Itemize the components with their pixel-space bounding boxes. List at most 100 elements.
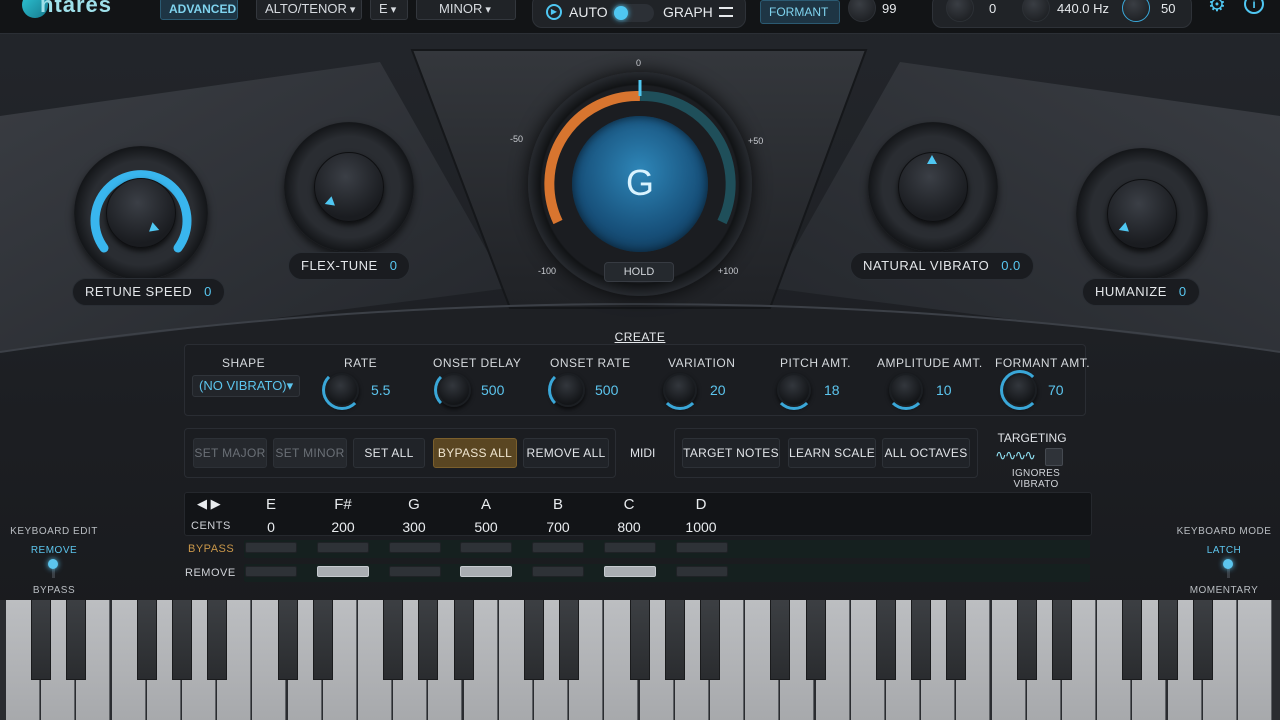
shape-label: SHAPE (222, 356, 266, 370)
black-key[interactable] (172, 600, 192, 680)
keyboard-mode-title: KEYBOARD MODE (1176, 526, 1272, 537)
black-key[interactable] (312, 600, 333, 680)
bypass-all-button[interactable]: BYPASS ALL (433, 438, 517, 468)
black-key[interactable] (805, 600, 826, 680)
onset-delay-arc (434, 370, 474, 410)
black-key[interactable] (1016, 600, 1037, 680)
pitch-amt-arc (774, 370, 814, 410)
black-key[interactable] (1122, 600, 1143, 680)
flex-tune-label: FLEX-TUNE 0 (288, 252, 411, 280)
keyboard-mode-switch-thumb[interactable] (1223, 559, 1233, 569)
advanced-button[interactable]: ADVANCED (160, 0, 238, 20)
black-key[interactable] (559, 600, 580, 680)
black-key[interactable] (383, 600, 404, 680)
app-logo: ntares (40, 0, 113, 17)
black-key[interactable] (1192, 600, 1213, 680)
hold-button[interactable]: HOLD (604, 262, 674, 282)
set-major-button[interactable]: SET MAJOR (193, 438, 267, 468)
black-key[interactable] (31, 600, 52, 680)
set-all-button[interactable]: SET ALL (353, 438, 425, 468)
vibrato-wave-icon: ∿∿∿∿ (995, 448, 1036, 462)
bypass-toggle-e[interactable] (245, 542, 297, 553)
note-b[interactable]: B (533, 496, 583, 513)
note-a[interactable]: A (461, 496, 511, 513)
keyboard-edit-switch-thumb[interactable] (48, 559, 58, 569)
bypass-toggle-d[interactable] (676, 542, 728, 553)
gear-icon[interactable]: ⚙ (1208, 0, 1226, 17)
formant-amt-arc (1000, 370, 1040, 410)
toggle-thumb (614, 6, 628, 20)
black-key[interactable] (418, 600, 439, 680)
play-icon[interactable]: ▶ (546, 4, 562, 20)
meter-tick-minus100: -100 (538, 266, 557, 276)
retune-speed-knob-cap[interactable] (106, 178, 176, 248)
set-minor-button[interactable]: SET MINOR (273, 438, 347, 468)
black-key[interactable] (1052, 600, 1072, 680)
voice-type-select[interactable]: ALTO/TENOR (256, 0, 362, 20)
humanize-knob-cap[interactable] (1107, 179, 1177, 249)
note-g[interactable]: G (389, 496, 439, 513)
keyboard-mode-momentary[interactable]: MOMENTARY (1172, 585, 1276, 596)
black-key[interactable] (277, 600, 298, 680)
auto-mode-label[interactable]: AUTO (569, 4, 608, 20)
black-key[interactable] (629, 600, 650, 680)
learn-scale-button[interactable]: LEARN SCALE (788, 438, 876, 468)
keyboard-edit-remove[interactable]: REMOVE (6, 545, 102, 556)
remove-row-label: REMOVE (185, 567, 236, 579)
cents-value: 800 (617, 519, 641, 535)
white-key[interactable] (1238, 600, 1272, 720)
keyboard-edit-title: KEYBOARD EDIT (10, 526, 98, 537)
note-c[interactable]: C (604, 496, 654, 513)
piano-keyboard[interactable] (0, 600, 1280, 720)
keyboard-mode-latch[interactable]: LATCH (1172, 545, 1276, 556)
remove-toggle-b[interactable] (532, 566, 584, 577)
scale-select[interactable]: MINOR (416, 0, 516, 20)
note-d[interactable]: D (676, 496, 726, 513)
black-key[interactable] (911, 600, 932, 680)
mix-value: 50 (1161, 1, 1176, 16)
black-key[interactable] (524, 600, 544, 680)
formant-button[interactable]: FORMANT (760, 0, 840, 24)
black-key[interactable] (1157, 600, 1178, 680)
keyboard-edit-bypass[interactable]: BYPASS (6, 585, 102, 596)
bypass-toggle-c[interactable] (604, 542, 656, 553)
bypass-toggle-g[interactable] (389, 542, 441, 553)
remove-toggle-g[interactable] (389, 566, 441, 577)
knob-indicator-icon (927, 155, 937, 164)
black-key[interactable] (66, 600, 87, 680)
remove-toggle-a[interactable] (460, 566, 512, 577)
black-key[interactable] (664, 600, 685, 680)
retune-speed-label: RETUNE SPEED 0 (72, 278, 225, 306)
remove-all-button[interactable]: REMOVE ALL (523, 438, 609, 468)
remove-toggle-d[interactable] (676, 566, 728, 577)
target-notes-button[interactable]: TARGET NOTES (682, 438, 780, 468)
black-key[interactable] (770, 600, 791, 680)
remove-toggle-c[interactable] (604, 566, 656, 577)
cents-value: 1000 (685, 519, 717, 535)
onset-delay-value: 500 (481, 382, 505, 398)
remove-toggle-f-sharp[interactable] (317, 566, 369, 577)
note-f-sharp[interactable]: F# (318, 496, 368, 513)
reference-pitch-value: 440.0 Hz (1057, 1, 1110, 16)
scroll-arrows-icon[interactable]: ◀ ▶ (197, 496, 221, 512)
shape-select[interactable]: (NO VIBRATO)▾ (192, 375, 300, 397)
key-select[interactable]: E (370, 0, 408, 20)
black-key[interactable] (946, 600, 967, 680)
black-key[interactable] (136, 600, 157, 680)
bypass-toggle-f-sharp[interactable] (317, 542, 369, 553)
rate-value: 5.5 (371, 382, 391, 398)
note-e[interactable]: E (246, 496, 296, 513)
remove-toggle-e[interactable] (245, 566, 297, 577)
black-key[interactable] (207, 600, 228, 680)
all-octaves-button[interactable]: ALL OCTAVES (882, 438, 970, 468)
black-key[interactable] (876, 600, 896, 680)
ignores-vibrato-checkbox[interactable] (1045, 448, 1063, 466)
bypass-toggle-a[interactable] (460, 542, 512, 553)
cents-label: CENTS (191, 520, 231, 532)
flex-tune-knob-cap[interactable] (314, 152, 384, 222)
mode-toggle[interactable] (612, 4, 654, 22)
bypass-toggle-b[interactable] (532, 542, 584, 553)
black-key[interactable] (453, 600, 474, 680)
black-key[interactable] (700, 600, 720, 680)
graph-mode-label[interactable]: GRAPH (663, 4, 713, 20)
